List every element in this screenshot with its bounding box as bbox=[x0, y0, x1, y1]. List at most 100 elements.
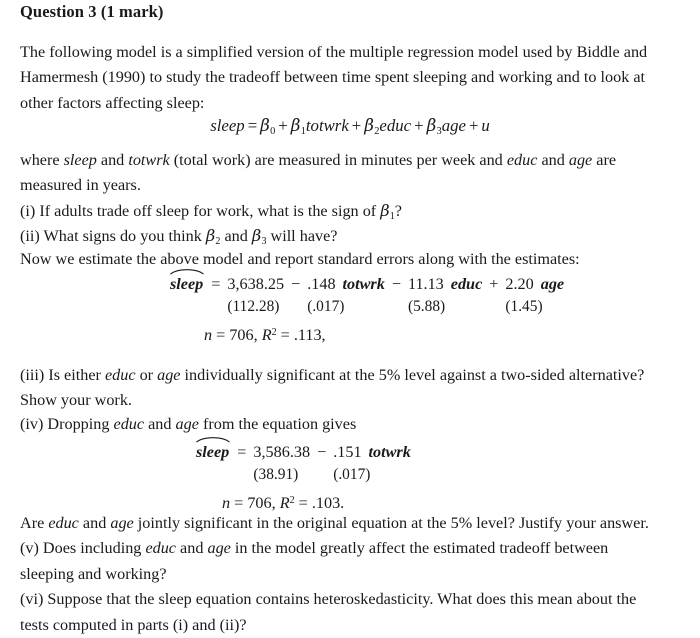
jointly-text-c: jointly significant in the original equa… bbox=[133, 514, 649, 532]
question-iii-line-2: Show your work. bbox=[20, 391, 132, 410]
regression-2-n-label: n bbox=[222, 494, 231, 513]
question-v-text-b: and bbox=[176, 539, 208, 558]
where-line-2: measured in years. bbox=[20, 176, 141, 195]
regression-2-sample-stats: n = 706, R2 = .103. bbox=[196, 486, 411, 514]
intro-line-3: other factors affecting sleep: bbox=[20, 93, 205, 112]
jointly-significant-line: Are educ and age jointly significant in … bbox=[20, 511, 696, 536]
regression-1-n-label: n bbox=[204, 326, 213, 345]
question-iv-var-age: age bbox=[175, 415, 199, 433]
question-v-var-educ: educ bbox=[145, 539, 176, 558]
regression-1-equals: = bbox=[211, 275, 221, 293]
regression-1-se-spacer-1 bbox=[170, 295, 209, 318]
beta-3: β bbox=[426, 115, 437, 135]
regression-1-se-totwrk: (.017) bbox=[307, 298, 345, 315]
regression-1-lhs: sleep bbox=[169, 269, 209, 295]
question-ii-text-post: will have? bbox=[266, 227, 338, 245]
document-page: Question 3 (1 mark) The following model … bbox=[0, 0, 700, 634]
regression-2-se-spacer-1 bbox=[196, 463, 235, 486]
regression-1-r-exponent: 2 bbox=[271, 327, 277, 338]
question-v-line-1: (v) Does including educ and age in the m… bbox=[20, 536, 696, 561]
regression-1-sign-3: + bbox=[489, 275, 499, 293]
regression-1-coef-totwrk: .148 bbox=[307, 275, 336, 293]
regression-1-se-educ: (5.88) bbox=[407, 298, 446, 315]
regression-1-se-age: (1.45) bbox=[505, 298, 543, 315]
where-text-1: where bbox=[20, 151, 64, 169]
regression-2-n-value: = 706, bbox=[234, 494, 276, 513]
question-iii-var-educ: educ bbox=[104, 366, 136, 384]
question-iii-var-age: age bbox=[157, 366, 181, 384]
page-title: Question 3 (1 mark) bbox=[20, 2, 164, 21]
question-ii-beta-3: β bbox=[251, 226, 262, 245]
where-clause: where sleep and totwrk (total work) are … bbox=[20, 148, 696, 199]
regression-2-r-label: R bbox=[279, 494, 290, 513]
model-equation: sleep = β0 + β1totwrk + β2educ + β3age + u bbox=[0, 115, 700, 137]
regression-2-lhs: sleep bbox=[195, 437, 235, 463]
intro-line-2: Hamermesh (1990) to study the tradeoff b… bbox=[20, 68, 646, 87]
regression-1-sample-row: n = 706, R2 = .113, bbox=[170, 318, 564, 346]
question-ii-text-mid: and bbox=[220, 227, 252, 245]
regression-1-r-value: = .113, bbox=[280, 326, 326, 345]
intro-line-1: The following model is a simplified vers… bbox=[20, 43, 648, 61]
question-i-text-pre: (i) If adults trade off sleep for work, … bbox=[20, 202, 381, 220]
regression-output-2: sleep = 3,586.38 − .151 totwrk (38.91) (… bbox=[195, 437, 411, 514]
regression-1-standard-error-row: (112.28) (.017) (5.88) (1.45) bbox=[170, 295, 564, 318]
estimate-intro-line: Now we estimate the above model and repo… bbox=[20, 250, 580, 268]
regression-2-coefficient-row: sleep = 3,586.38 − .151 totwrk bbox=[195, 437, 411, 463]
regression-1-var-age: age bbox=[540, 275, 565, 293]
regression-1-se-intercept: (112.28) bbox=[227, 298, 280, 315]
regression-2-se-spacer-3 bbox=[310, 463, 333, 486]
question-iv-text-c: from the equation gives bbox=[198, 415, 357, 433]
regression-2-coef-totwrk: .151 bbox=[333, 443, 362, 461]
question-ii-text-pre: (ii) What signs do you think bbox=[20, 227, 206, 245]
regression-2-se-spacer-2 bbox=[235, 463, 253, 486]
regression-2-intercept: 3,586.38 bbox=[253, 443, 311, 461]
regression-1-var-totwrk: totwrk bbox=[342, 275, 385, 293]
where-text-2: and bbox=[96, 151, 129, 169]
question-iii-text-a: (iii) Is either bbox=[20, 366, 105, 384]
equation-plus-3: + bbox=[414, 116, 424, 135]
question-iv: (iv) Dropping educ and age from the equa… bbox=[20, 412, 696, 437]
question-i-text-post: ? bbox=[394, 202, 402, 220]
regression-2-sign-1: − bbox=[317, 443, 327, 461]
question-v-line-2: sleeping and working? bbox=[20, 564, 167, 583]
regression-1-sign-1: − bbox=[291, 275, 301, 293]
equation-var-totwrk: totwrk bbox=[305, 116, 349, 135]
regression-1-se-spacer-2 bbox=[209, 295, 227, 318]
regression-1-se-spacer-4 bbox=[385, 295, 408, 318]
regression-1-coefficient-row: sleep = 3,638.25 − .148 totwrk − 11.13 e… bbox=[169, 269, 565, 295]
regression-1-intercept: 3,638.25 bbox=[227, 275, 285, 293]
where-var-age: age bbox=[568, 151, 593, 169]
where-var-totwrk: totwrk bbox=[128, 151, 170, 169]
regression-2-lhs-text: sleep bbox=[196, 443, 230, 461]
question-i-beta: β bbox=[380, 201, 390, 220]
question-iv-text-a: (iv) Dropping bbox=[20, 415, 114, 433]
question-iv-line: (iv) Dropping educ and age from the equa… bbox=[20, 412, 696, 437]
regression-2-table: sleep = 3,586.38 − .151 totwrk (38.91) (… bbox=[195, 437, 411, 514]
regression-2-r-value: = .103. bbox=[298, 494, 345, 513]
question-iii-text-c: individually significant at the 5% level… bbox=[180, 366, 645, 384]
question-iii-line-1: (iii) Is either educ or age individually… bbox=[20, 363, 696, 388]
regression-2-standard-error-row: (38.91) (.017) bbox=[196, 463, 411, 486]
question-v-var-age: age bbox=[207, 539, 231, 558]
equation-equals: = bbox=[247, 116, 258, 135]
equation-error-term: u bbox=[481, 116, 490, 135]
regression-1-n-value: = 706, bbox=[216, 326, 258, 345]
regression-1-sample-stats: n = 706, R2 = .113, bbox=[170, 318, 564, 346]
regression-1-var-educ: educ bbox=[450, 275, 483, 293]
regression-1-se-spacer-3 bbox=[284, 295, 307, 318]
equation-plus-2: + bbox=[351, 116, 362, 135]
regression-1-coef-age: 2.20 bbox=[505, 275, 534, 293]
question-iv-var-educ: educ bbox=[113, 415, 145, 433]
regression-2-r-exponent: 2 bbox=[289, 495, 295, 506]
regression-1-table: sleep = 3,638.25 − .148 totwrk − 11.13 e… bbox=[169, 269, 565, 346]
question-v-text-c: in the model greatly affect the estimate… bbox=[230, 539, 609, 558]
where-line-1: where sleep and totwrk (total work) are … bbox=[20, 148, 696, 173]
regression-1-r-label: R bbox=[261, 326, 272, 345]
regression-1-coef-educ: 11.13 bbox=[407, 275, 444, 293]
regression-2-sample-row: n = 706, R2 = .103. bbox=[196, 486, 411, 514]
regression-2-equals: = bbox=[237, 443, 247, 461]
regression-1-lhs-text: sleep bbox=[170, 275, 204, 293]
where-text-4: and bbox=[537, 151, 569, 169]
equation-plus-4: + bbox=[468, 116, 479, 135]
intro-paragraph: The following model is a simplified vers… bbox=[20, 40, 696, 116]
